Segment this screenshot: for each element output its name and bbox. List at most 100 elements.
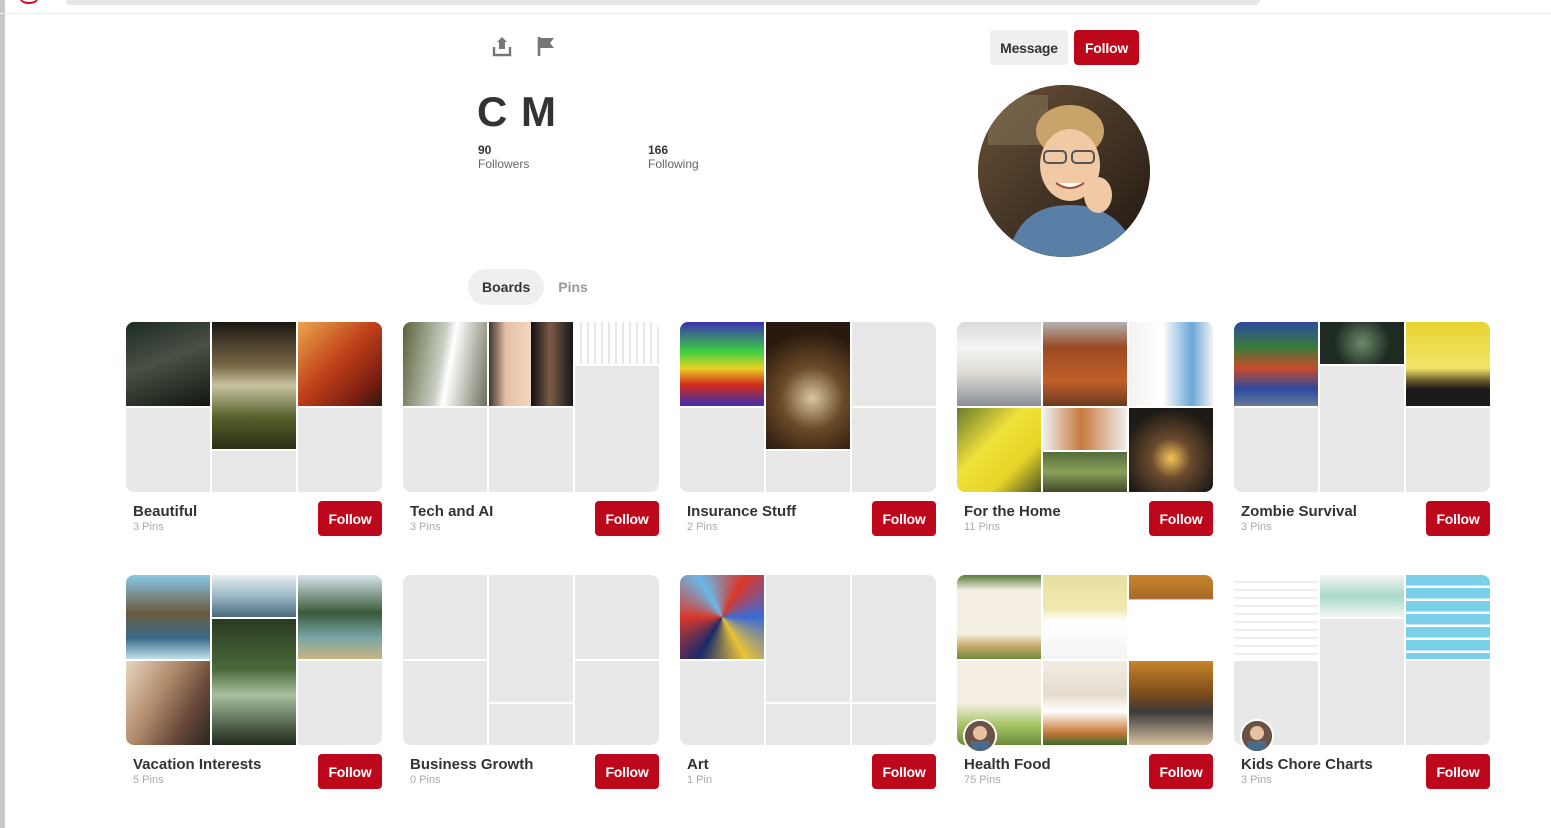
board-pin-count: 5 Pins xyxy=(133,774,164,786)
board-card[interactable]: Vacation Interests 5 Pins Follow xyxy=(126,575,383,797)
board-pin-count: 11 Pins xyxy=(964,521,1000,533)
follow-board-button[interactable]: Follow xyxy=(318,501,382,536)
following-stat[interactable]: 166 Following xyxy=(648,143,699,171)
board-title[interactable]: For the Home xyxy=(964,503,1061,520)
board-image xyxy=(403,322,487,406)
follow-board-button[interactable]: Follow xyxy=(872,501,936,536)
board-image xyxy=(1129,575,1213,659)
followers-count: 90 xyxy=(478,143,492,157)
board-card[interactable]: Art 1 Pin Follow xyxy=(680,575,937,797)
board-image xyxy=(1406,575,1490,659)
board-card[interactable]: Kids Chore Charts 3 Pins Follow xyxy=(1234,575,1491,797)
board-pin-count: 3 Pins xyxy=(1241,521,1272,533)
board-image xyxy=(1129,322,1213,406)
follow-board-button[interactable]: Follow xyxy=(1426,501,1490,536)
board-cover[interactable] xyxy=(1234,322,1490,492)
profile-name: C M xyxy=(477,88,557,135)
board-image xyxy=(680,322,764,406)
board-pin-count: 0 Pins xyxy=(410,774,441,786)
board-card[interactable]: Insurance Stuff 2 Pins Follow xyxy=(680,322,937,544)
board-image xyxy=(1043,661,1127,745)
following-count: 166 xyxy=(648,143,669,157)
board-image xyxy=(1043,322,1127,406)
tab-pins[interactable]: Pins xyxy=(544,269,602,305)
collaborator-avatar[interactable] xyxy=(963,719,997,753)
board-pin-count: 2 Pins xyxy=(687,521,718,533)
tab-boards[interactable]: Boards xyxy=(468,269,545,305)
search-bar[interactable] xyxy=(66,0,1260,5)
board-card[interactable]: Business Growth 0 Pins Follow xyxy=(403,575,660,797)
board-image xyxy=(957,408,1041,492)
board-title[interactable]: Art xyxy=(687,756,709,773)
board-image xyxy=(212,575,296,617)
board-image xyxy=(1043,408,1127,450)
follow-board-button[interactable]: Follow xyxy=(1426,754,1490,789)
board-image xyxy=(1043,452,1127,492)
follow-board-button[interactable]: Follow xyxy=(595,754,659,789)
board-cover[interactable] xyxy=(680,575,936,745)
browser-top-bar xyxy=(0,0,1551,14)
board-image xyxy=(1406,322,1490,406)
board-cover[interactable] xyxy=(126,575,382,745)
followers-stat[interactable]: 90 Followers xyxy=(478,143,529,171)
follow-board-button[interactable]: Follow xyxy=(595,501,659,536)
window-edge xyxy=(0,0,5,828)
board-image xyxy=(1043,575,1127,659)
share-upload-icon[interactable] xyxy=(489,33,515,59)
board-image xyxy=(489,322,531,406)
profile-tabs: Boards Pins xyxy=(468,269,602,305)
board-image xyxy=(126,575,210,659)
board-cover[interactable] xyxy=(403,322,659,492)
follow-profile-button[interactable]: Follow xyxy=(1074,30,1139,65)
board-image xyxy=(957,575,1041,659)
board-title[interactable]: Health Food xyxy=(964,756,1051,773)
board-title[interactable]: Vacation Interests xyxy=(133,756,261,773)
board-cover[interactable] xyxy=(957,575,1213,745)
board-cover[interactable] xyxy=(126,322,382,492)
board-card[interactable]: For the Home 11 Pins Follow xyxy=(957,322,1214,544)
message-button[interactable]: Message xyxy=(990,30,1068,65)
board-image xyxy=(1234,575,1318,659)
collaborator-avatar[interactable] xyxy=(1240,719,1274,753)
board-image xyxy=(298,575,382,659)
board-image xyxy=(298,322,382,406)
board-image xyxy=(1234,322,1318,406)
board-image xyxy=(1320,575,1404,617)
board-image xyxy=(680,575,764,659)
board-image xyxy=(1129,408,1213,492)
followers-label: Followers xyxy=(478,157,530,171)
board-image xyxy=(575,322,659,364)
board-cover[interactable] xyxy=(957,322,1213,492)
board-image xyxy=(126,661,210,745)
board-cover[interactable] xyxy=(680,322,936,492)
board-image xyxy=(1320,322,1404,364)
board-image xyxy=(766,322,850,449)
board-cover[interactable] xyxy=(1234,575,1490,745)
board-title[interactable]: Kids Chore Charts xyxy=(1241,756,1373,773)
board-card[interactable]: Health Food 75 Pins Follow xyxy=(957,575,1214,797)
board-pin-count: 3 Pins xyxy=(133,521,164,533)
follow-board-button[interactable]: Follow xyxy=(1149,501,1213,536)
profile-avatar[interactable] xyxy=(978,85,1150,257)
logo-icon[interactable] xyxy=(20,0,38,4)
board-title[interactable]: Zombie Survival xyxy=(1241,503,1357,520)
board-image xyxy=(1129,661,1213,745)
board-title[interactable]: Tech and AI xyxy=(410,503,493,520)
board-pin-count: 1 Pin xyxy=(687,774,713,786)
board-card[interactable]: Tech and AI 3 Pins Follow xyxy=(403,322,660,544)
board-title[interactable]: Beautiful xyxy=(133,503,197,520)
board-image xyxy=(212,619,296,745)
board-title[interactable]: Business Growth xyxy=(410,756,533,773)
follow-board-button[interactable]: Follow xyxy=(318,754,382,789)
flag-icon[interactable] xyxy=(533,33,559,59)
board-cover[interactable] xyxy=(403,575,659,745)
board-image xyxy=(531,322,573,406)
board-pin-count: 75 Pins xyxy=(964,774,1001,786)
following-label: Following xyxy=(648,157,699,171)
board-card[interactable]: Beautiful 3 Pins Follow xyxy=(126,322,383,544)
follow-board-button[interactable]: Follow xyxy=(872,754,936,789)
board-pin-count: 3 Pins xyxy=(410,521,441,533)
board-title[interactable]: Insurance Stuff xyxy=(687,503,796,520)
board-card[interactable]: Zombie Survival 3 Pins Follow xyxy=(1234,322,1491,544)
follow-board-button[interactable]: Follow xyxy=(1149,754,1213,789)
